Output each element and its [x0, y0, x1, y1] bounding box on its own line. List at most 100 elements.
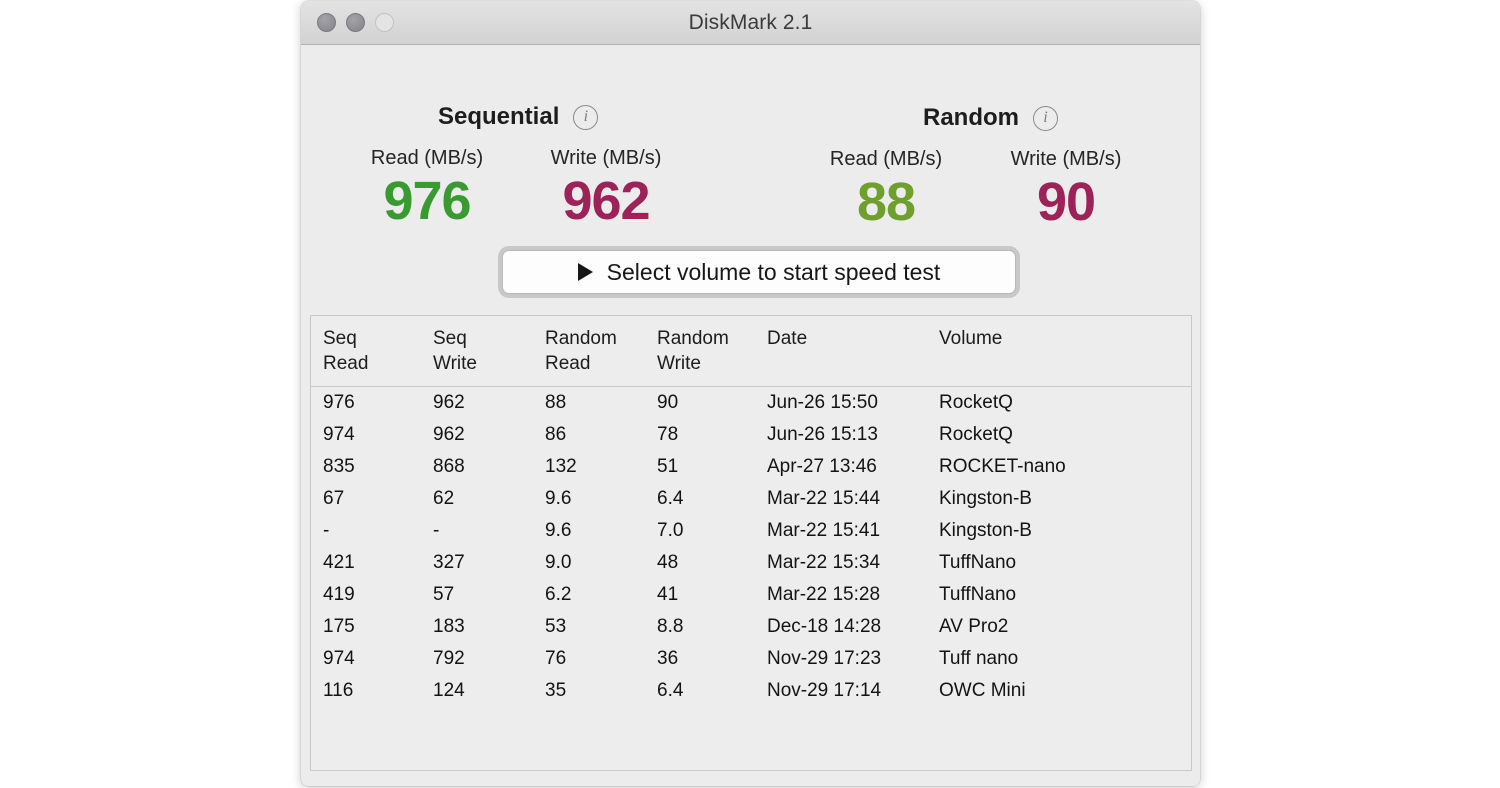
table-row[interactable]: 421 327 9.0 48 Mar-22 15:34 TuffNano [311, 547, 1191, 579]
sequential-read-value: 976 [383, 171, 471, 231]
random-write-value: 90 [1036, 172, 1096, 232]
cell-random-write: 8.8 [657, 616, 684, 638]
cell-seq-read: 976 [323, 392, 355, 414]
table-row[interactable]: - - 9.6 7.0 Mar-22 15:41 Kingston-B [311, 515, 1191, 547]
cell-volume: Tuff nano [939, 648, 1019, 670]
cell-seq-read: 175 [323, 616, 355, 638]
cell-seq-read: 419 [323, 584, 355, 606]
cell-date: Jun-26 15:50 [767, 392, 878, 414]
cell-date: Jun-26 15:13 [767, 424, 878, 446]
cell-seq-read: 116 [323, 680, 354, 702]
cell-seq-write: 57 [433, 584, 455, 606]
random-write-metric: Write (MB/s) 90 [971, 148, 1161, 229]
cell-random-write: 6.4 [657, 488, 684, 510]
header-line1: Volume [939, 328, 1003, 349]
sequential-read-label: Read (MB/s) [370, 147, 484, 169]
zoom-button[interactable] [375, 13, 394, 32]
cell-date: Nov-29 17:14 [767, 680, 882, 702]
column-header-seq-read[interactable]: Seq Read [311, 316, 421, 388]
header-line1: Seq [433, 328, 467, 349]
cell-seq-read: 67 [323, 488, 345, 510]
cell-seq-write: 124 [433, 680, 465, 702]
column-header-random-write[interactable]: Random Write [645, 316, 755, 388]
cell-date: Nov-29 17:23 [767, 648, 882, 670]
sequential-info-icon[interactable]: i [573, 104, 599, 130]
cell-seq-write: 792 [433, 648, 465, 670]
cell-random-write: 41 [657, 584, 679, 606]
cell-seq-write: 327 [433, 552, 465, 574]
cell-seq-write: 183 [433, 616, 465, 638]
results-grid: Seq Read Seq Write Random Read Random Wr… [311, 316, 1191, 707]
header-line2: Write [433, 352, 477, 374]
header-line2: Write [657, 352, 701, 374]
cell-random-read: 86 [545, 424, 567, 446]
random-read-label: Read (MB/s) [829, 148, 943, 170]
cell-seq-read: - [323, 520, 330, 542]
cell-random-write: 78 [657, 424, 679, 446]
table-row[interactable]: 419 57 6.2 41 Mar-22 15:28 TuffNano [311, 579, 1191, 611]
random-read-metric: Read (MB/s) 88 [791, 148, 981, 229]
table-row[interactable]: 175 183 53 8.8 Dec-18 14:28 AV Pro2 [311, 611, 1191, 643]
column-header-date[interactable]: Date [755, 316, 927, 388]
cell-volume: AV Pro2 [939, 616, 1009, 638]
cell-random-read: 88 [545, 392, 567, 414]
header-line2: Read [323, 352, 369, 374]
title-bar[interactable]: DiskMark 2.1 [301, 1, 1200, 45]
table-row[interactable]: 976 962 88 90 Jun-26 15:50 RocketQ [311, 387, 1191, 420]
window-title: DiskMark 2.1 [688, 11, 813, 34]
cell-seq-write: 962 [433, 392, 465, 414]
cell-seq-read: 974 [323, 648, 355, 670]
select-volume-button-label: Select volume to start speed test [606, 258, 941, 285]
action-area: Select volume to start speed test [502, 250, 1016, 294]
cell-volume: ROCKET-nano [939, 456, 1066, 478]
table-row[interactable]: 835 868 132 51 Apr-27 13:46 ROCKET-nano [311, 451, 1191, 483]
cell-date: Apr-27 13:46 [767, 456, 877, 478]
header-line1: Date [767, 328, 808, 349]
random-read-value: 88 [856, 172, 916, 232]
cell-random-write: 51 [657, 456, 679, 478]
app-window: DiskMark 2.1 Sequential i Random i Read … [301, 1, 1200, 786]
cell-date: Mar-22 15:41 [767, 520, 881, 542]
table-row[interactable]: 974 792 76 36 Nov-29 17:23 Tuff nano [311, 643, 1191, 675]
close-button[interactable] [317, 13, 336, 32]
cell-random-write: 36 [657, 648, 679, 670]
cell-seq-write: 62 [433, 488, 455, 510]
table-row[interactable]: 116 124 35 6.4 Nov-29 17:14 OWC Mini [311, 675, 1191, 707]
cell-volume: Kingston-B [939, 520, 1032, 542]
cell-random-write: 6.4 [657, 680, 684, 702]
table-row[interactable]: 974 962 86 78 Jun-26 15:13 RocketQ [311, 419, 1191, 451]
sequential-write-label: Write (MB/s) [550, 147, 662, 169]
traffic-light-buttons [317, 13, 394, 32]
cell-volume: TuffNano [939, 552, 1017, 574]
cell-random-write: 7.0 [657, 520, 684, 542]
cell-date: Mar-22 15:44 [767, 488, 881, 510]
cell-volume: OWC Mini [939, 680, 1026, 702]
header-row: Seq Read Seq Write Random Read Random Wr… [311, 316, 1191, 388]
table-row[interactable]: 67 62 9.6 6.4 Mar-22 15:44 Kingston-B [311, 483, 1191, 515]
results-table[interactable]: Seq Read Seq Write Random Read Random Wr… [310, 315, 1192, 771]
play-triangle-icon [577, 263, 593, 281]
minimize-button[interactable] [346, 13, 365, 32]
sequential-title: Sequential [438, 103, 560, 130]
cell-random-read: 35 [545, 680, 567, 702]
sequential-read-metric: Read (MB/s) 976 [332, 147, 522, 228]
cell-random-write: 90 [657, 392, 679, 414]
random-group-header: Random i [923, 104, 1058, 132]
select-volume-button[interactable]: Select volume to start speed test [502, 250, 1016, 294]
cell-random-read: 9.0 [545, 552, 572, 574]
random-write-label: Write (MB/s) [1010, 148, 1122, 170]
column-header-random-read[interactable]: Random Read [533, 316, 645, 388]
cell-date: Mar-22 15:28 [767, 584, 881, 606]
cell-random-read: 9.6 [545, 520, 572, 542]
sequential-write-value: 962 [562, 171, 650, 231]
column-header-seq-write[interactable]: Seq Write [421, 316, 533, 388]
sequential-group-header: Sequential i [438, 103, 599, 131]
cell-seq-write: 962 [433, 424, 465, 446]
column-header-volume[interactable]: Volume [927, 316, 1191, 388]
cell-seq-write: - [433, 520, 440, 542]
cell-random-write: 48 [657, 552, 679, 574]
cell-volume: Kingston-B [939, 488, 1032, 510]
random-info-icon[interactable]: i [1033, 105, 1058, 131]
random-title: Random [923, 104, 1019, 131]
header-line1: Seq [323, 328, 357, 349]
